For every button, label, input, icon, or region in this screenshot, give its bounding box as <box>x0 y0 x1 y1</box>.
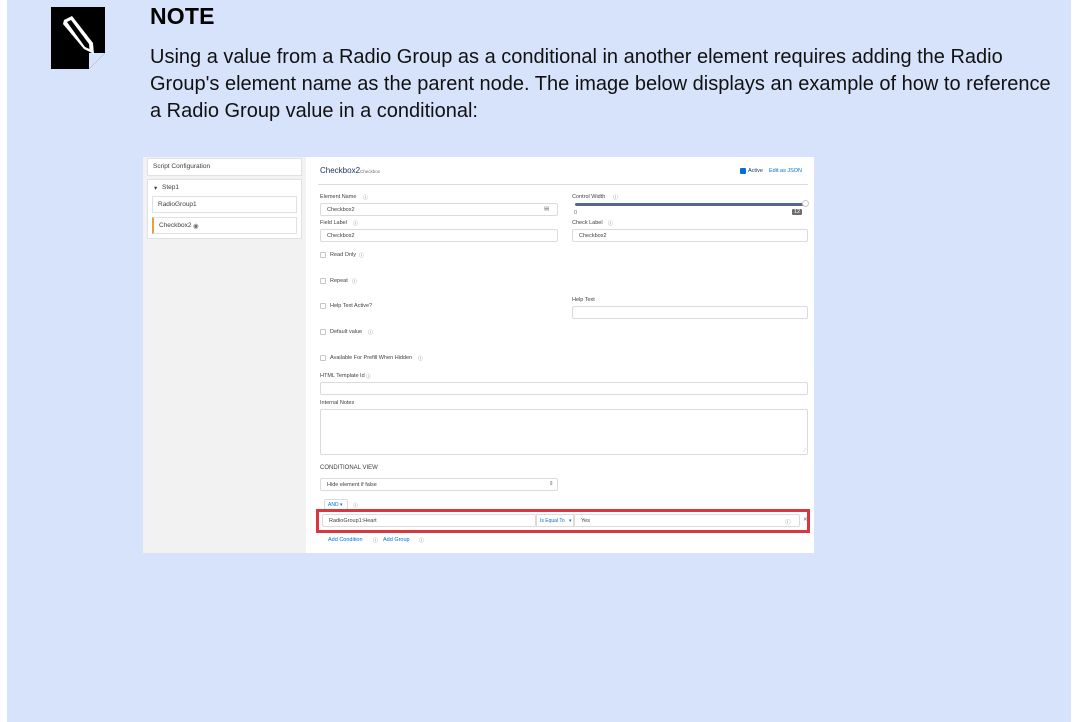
read-only-label: Read Only <box>330 252 356 258</box>
condition-left-operand[interactable]: RadioGroup1:Heart <box>322 514 536 527</box>
help-text-label: Help Text <box>572 297 595 303</box>
read-only-checkbox[interactable] <box>320 252 326 258</box>
condition-operator-dropdown[interactable]: Is Equal To ▾ <box>536 514 574 527</box>
control-width-slider[interactable] <box>575 203 805 206</box>
slider-value-badge: 12 <box>792 209 803 215</box>
add-group-link[interactable]: Add Group <box>383 537 410 543</box>
slider-handle[interactable] <box>802 200 809 207</box>
script-config-header: Script Configuration <box>147 158 302 176</box>
default-value-checkbox[interactable] <box>320 329 326 335</box>
note-title: NOTE <box>150 3 215 29</box>
step-group: ▾ Step1 RadioGroup1 Checkbox2 ◉ <box>147 179 302 239</box>
repeat-label: Repeat <box>330 278 348 284</box>
available-prefill-checkbox[interactable] <box>320 355 326 361</box>
info-icon: ⓘ <box>366 374 372 380</box>
element-type: Checkbox <box>360 169 381 174</box>
sidebar-item-radiogroup1[interactable]: RadioGroup1 <box>152 196 297 213</box>
internal-notes-textarea[interactable]: ⟋ <box>320 409 808 455</box>
script-sidebar: Script Configuration ▾ Step1 RadioGroup1… <box>143 157 306 553</box>
field-label-label: Field Label <box>320 220 347 226</box>
control-width-label: Control Width <box>572 194 606 200</box>
element-name-label: Element Name <box>320 194 357 200</box>
info-icon: ⓘ <box>608 221 614 227</box>
divider <box>318 184 808 185</box>
element-editor: Checkbox2 Checkbox Active Edit as JSON E… <box>306 157 814 553</box>
add-condition-link[interactable]: Add Condition <box>328 537 363 543</box>
slider-min-value: 0 <box>574 210 578 216</box>
html-template-label: HTML Template Id <box>320 373 365 379</box>
step-label[interactable]: Step1 <box>162 184 179 191</box>
condition-right-operand[interactable]: Yes ⓘ <box>574 514 800 527</box>
info-icon: ⓘ <box>368 330 374 336</box>
sidebar-item-checkbox2[interactable]: Checkbox2 ◉ <box>152 217 297 234</box>
info-icon: ⓘ <box>352 279 358 285</box>
check-label-label: Check Label <box>572 220 603 226</box>
note-pencil-icon <box>51 7 105 69</box>
active-checkbox[interactable] <box>740 168 746 174</box>
script-config-label: Script Configuration <box>153 163 211 170</box>
note-body: Using a value from a Radio Group as a co… <box>150 46 1051 122</box>
conditional-view-heading: CONDITIONAL VIEW <box>320 465 378 471</box>
help-text-active-label: Help Text Active? <box>330 303 373 309</box>
help-text-active-checkbox[interactable] <box>320 303 326 309</box>
check-label-input[interactable]: Checkbox2 <box>572 229 808 242</box>
select-arrows-icon: ⇕ <box>549 481 554 487</box>
info-icon: ⓘ <box>418 356 424 362</box>
embedded-screenshot: Script Configuration ▾ Step1 RadioGroup1… <box>143 157 814 553</box>
field-label-input[interactable]: Checkbox2 <box>320 229 558 242</box>
resize-handle-icon[interactable]: ⟋ <box>803 448 807 454</box>
element-name-input[interactable]: Checkbox2 ▤ <box>320 203 558 216</box>
delete-icon[interactable]: ✕ <box>803 517 808 523</box>
caret-down-icon: ▾ <box>340 502 343 508</box>
conditional-select[interactable]: Hide element if false ⇕ <box>320 478 558 491</box>
info-icon: ⓘ <box>373 538 379 544</box>
available-prefill-label: Available For Prefill When Hidden <box>330 355 413 361</box>
caret-down-icon: ▾ <box>569 518 572 524</box>
eye-icon: ◉ <box>193 223 199 230</box>
info-icon: ⓘ <box>785 520 791 526</box>
internal-notes-label: Internal Notes <box>320 400 355 406</box>
chevron-down-icon[interactable]: ▾ <box>154 184 157 192</box>
info-icon: ⓘ <box>353 503 359 509</box>
element-title: Checkbox2 <box>320 166 361 175</box>
active-label: Active <box>748 168 763 174</box>
info-icon: ⓘ <box>359 253 365 259</box>
repeat-checkbox[interactable] <box>320 278 326 284</box>
html-template-input[interactable] <box>320 382 808 395</box>
info-icon: ⓘ <box>353 221 359 227</box>
info-icon: ⓘ <box>613 195 619 201</box>
edit-as-json-link[interactable]: Edit as JSON <box>769 168 802 174</box>
default-value-label: Default value <box>330 329 363 335</box>
help-text-input[interactable] <box>572 306 808 319</box>
info-icon: ⓘ <box>363 195 369 201</box>
info-icon: ⓘ <box>419 538 425 544</box>
table-icon: ▤ <box>544 206 550 212</box>
